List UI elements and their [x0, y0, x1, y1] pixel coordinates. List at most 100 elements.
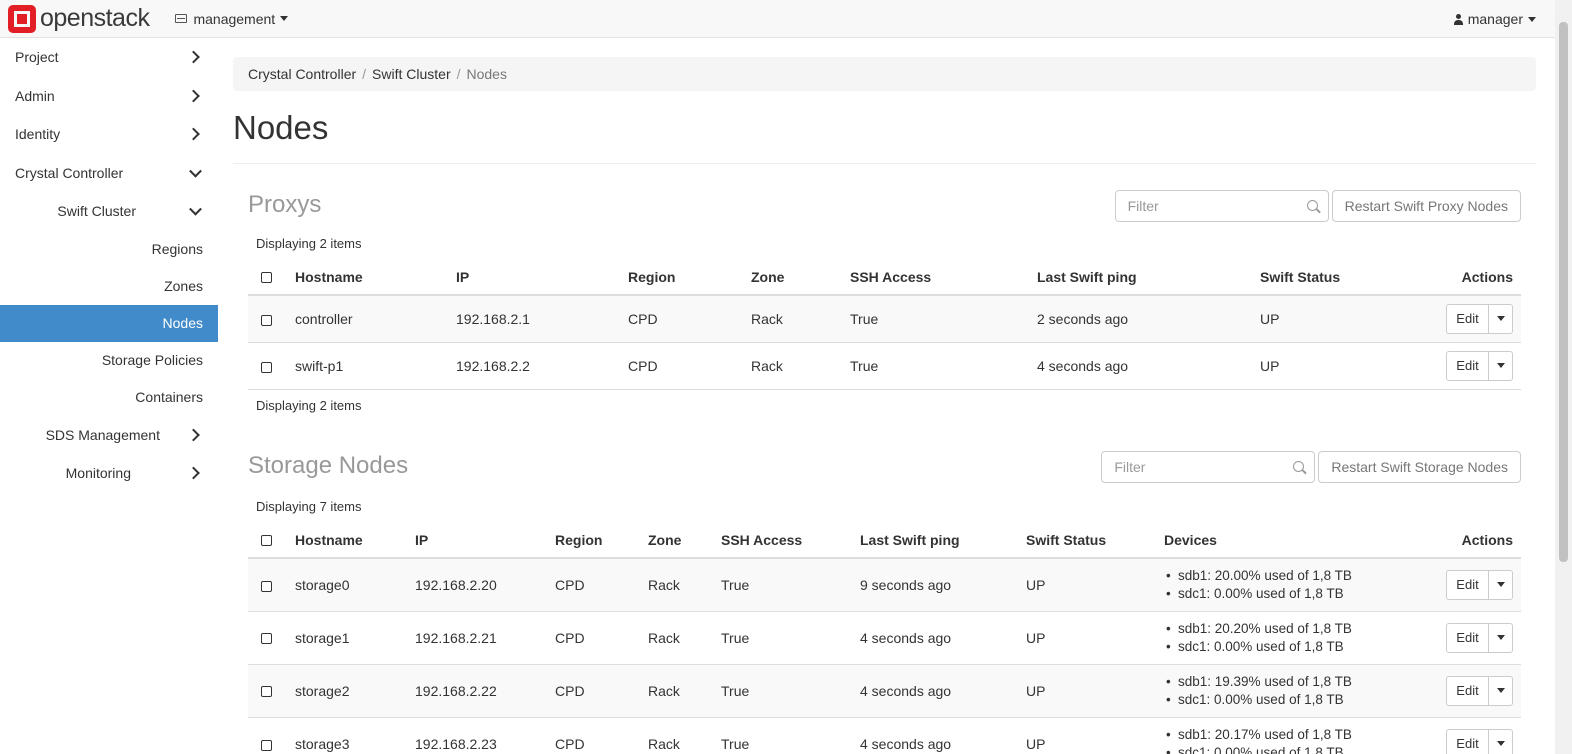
edit-button[interactable]: Edit — [1446, 728, 1489, 754]
scrollbar-thumb[interactable] — [1559, 22, 1568, 562]
table-row: controller 192.168.2.1 CPD Rack True 2 s… — [248, 294, 1521, 342]
row-select-cell — [248, 610, 287, 664]
cell-ssh-access: True — [713, 557, 852, 611]
row-checkbox[interactable] — [261, 686, 272, 698]
storage-count-top: Displaying 7 items — [256, 498, 362, 514]
breadcrumb-swift-cluster[interactable]: Swift Cluster — [372, 66, 451, 82]
col-ip[interactable]: IP — [407, 522, 547, 559]
storage-actions: Filter Restart Swift Storage Nodes — [1101, 451, 1521, 483]
row-checkbox[interactable] — [261, 580, 272, 592]
row-checkbox[interactable] — [261, 633, 272, 645]
search-icon[interactable] — [1306, 200, 1318, 211]
page-scrollbar[interactable] — [1555, 0, 1572, 754]
device-item: sdb1: 20.20% used of 1,8 TB — [1164, 620, 1407, 638]
device-list: sdb1: 20.00% used of 1,8 TB sdc1: 0.00% … — [1164, 567, 1407, 603]
col-swift-status[interactable]: Swift Status — [1018, 522, 1156, 559]
actions-dropdown-toggle[interactable] — [1489, 350, 1513, 381]
cell-last-swift-ping: 4 seconds ago — [852, 663, 1018, 717]
cell-region: CPD — [547, 610, 640, 664]
col-hostname[interactable]: Hostname — [287, 259, 448, 296]
device-item: sdb1: 19.39% used of 1,8 TB — [1164, 673, 1407, 691]
cell-zone: Rack — [743, 341, 842, 389]
sidebar-item-containers[interactable]: Containers — [0, 379, 218, 416]
table-header-row: Hostname IP Region Zone SSH Access Last … — [248, 522, 1521, 559]
breadcrumb-separator: / — [362, 66, 367, 82]
brand-logo[interactable]: openstack — [8, 4, 150, 33]
actions-dropdown-toggle[interactable] — [1489, 622, 1513, 653]
col-ip[interactable]: IP — [448, 259, 620, 296]
edit-button[interactable]: Edit — [1446, 350, 1489, 381]
proxys-filter-input[interactable]: Filter — [1114, 190, 1329, 222]
edit-button[interactable]: Edit — [1446, 569, 1489, 600]
edit-button[interactable]: Edit — [1446, 675, 1489, 706]
cell-zone: Rack — [640, 663, 713, 717]
user-menu[interactable]: manager — [1453, 0, 1536, 38]
actions-dropdown-toggle[interactable] — [1489, 569, 1513, 600]
actions-dropdown-toggle[interactable] — [1489, 303, 1513, 334]
sidebar-item-admin[interactable]: Admin — [0, 77, 218, 116]
chevron-right-icon — [187, 127, 200, 141]
col-region[interactable]: Region — [547, 522, 640, 559]
col-ssh-access[interactable]: SSH Access — [842, 259, 1029, 296]
sidebar-item-zones[interactable]: Zones — [0, 268, 218, 305]
actions-dropdown-toggle[interactable] — [1489, 728, 1513, 754]
sidebar-item-storage-policies[interactable]: Storage Policies — [0, 342, 218, 379]
breadcrumb-separator: / — [456, 66, 461, 82]
cell-swift-status: UP — [1018, 557, 1156, 611]
table-row: storage1 192.168.2.21 CPD Rack True 4 se… — [248, 610, 1521, 664]
row-select-cell — [248, 663, 287, 717]
row-checkbox[interactable] — [261, 314, 272, 326]
restart-proxy-nodes-button[interactable]: Restart Swift Proxy Nodes — [1331, 190, 1521, 222]
select-all-checkbox[interactable] — [261, 535, 272, 547]
project-picker[interactable]: management — [175, 11, 289, 27]
col-last-swift-ping[interactable]: Last Swift ping — [852, 522, 1018, 559]
search-icon[interactable] — [1293, 461, 1305, 472]
col-last-swift-ping[interactable]: Last Swift ping — [1029, 259, 1252, 296]
cell-actions: Edit — [1396, 294, 1521, 342]
row-checkbox[interactable] — [261, 361, 272, 373]
col-hostname[interactable]: Hostname — [287, 522, 407, 559]
brand-text: openstack — [40, 4, 150, 32]
cell-actions: Edit — [1415, 716, 1521, 754]
col-region[interactable]: Region — [620, 259, 743, 296]
caret-down-icon — [1496, 635, 1505, 640]
cell-ip: 192.168.2.22 — [407, 663, 547, 717]
sidebar-item-swift-cluster[interactable]: Swift Cluster — [0, 192, 218, 231]
select-all-cell — [248, 522, 287, 559]
breadcrumb-crystal-controller[interactable]: Crystal Controller — [248, 66, 356, 82]
proxys-table: Hostname IP Region Zone SSH Access Last … — [248, 259, 1521, 389]
sidebar-item-nodes[interactable]: Nodes — [0, 304, 218, 342]
edit-button[interactable]: Edit — [1446, 622, 1489, 653]
col-zone[interactable]: Zone — [743, 259, 842, 296]
cell-last-swift-ping: 4 seconds ago — [1029, 341, 1252, 389]
select-all-checkbox[interactable] — [261, 272, 272, 284]
cell-ssh-access: True — [713, 716, 852, 754]
device-item: sdc1: 0.00% used of 1,8 TB — [1164, 691, 1407, 709]
cell-last-swift-ping: 2 seconds ago — [1029, 294, 1252, 342]
row-actions: Edit — [1446, 303, 1513, 334]
col-devices[interactable]: Devices — [1156, 522, 1416, 559]
cell-zone: Rack — [640, 716, 713, 754]
col-ssh-access[interactable]: SSH Access — [713, 522, 852, 559]
row-checkbox[interactable] — [261, 739, 272, 751]
caret-down-icon — [280, 16, 289, 21]
openstack-logo-icon — [8, 4, 36, 33]
storage-nodes-table: Hostname IP Region Zone SSH Access Last … — [248, 522, 1521, 754]
chevron-right-icon — [187, 466, 200, 480]
sidebar-item-label: Crystal Controller — [15, 164, 124, 181]
col-swift-status[interactable]: Swift Status — [1252, 259, 1397, 296]
sidebar-item-sds-management[interactable]: SDS Management — [0, 416, 218, 455]
sidebar-item-project[interactable]: Project — [0, 38, 218, 77]
row-actions: Edit — [1446, 622, 1513, 653]
chevron-right-icon — [187, 50, 200, 64]
row-actions: Edit — [1446, 350, 1513, 381]
storage-filter-input[interactable]: Filter — [1101, 451, 1316, 483]
col-zone[interactable]: Zone — [640, 522, 713, 559]
edit-button[interactable]: Edit — [1446, 303, 1489, 334]
sidebar-item-monitoring[interactable]: Monitoring — [0, 454, 218, 493]
sidebar-item-crystal-controller[interactable]: Crystal Controller — [0, 154, 218, 193]
sidebar-item-identity[interactable]: Identity — [0, 115, 218, 154]
actions-dropdown-toggle[interactable] — [1489, 675, 1513, 706]
restart-storage-nodes-button[interactable]: Restart Swift Storage Nodes — [1318, 451, 1521, 483]
sidebar-item-regions[interactable]: Regions — [0, 231, 218, 268]
